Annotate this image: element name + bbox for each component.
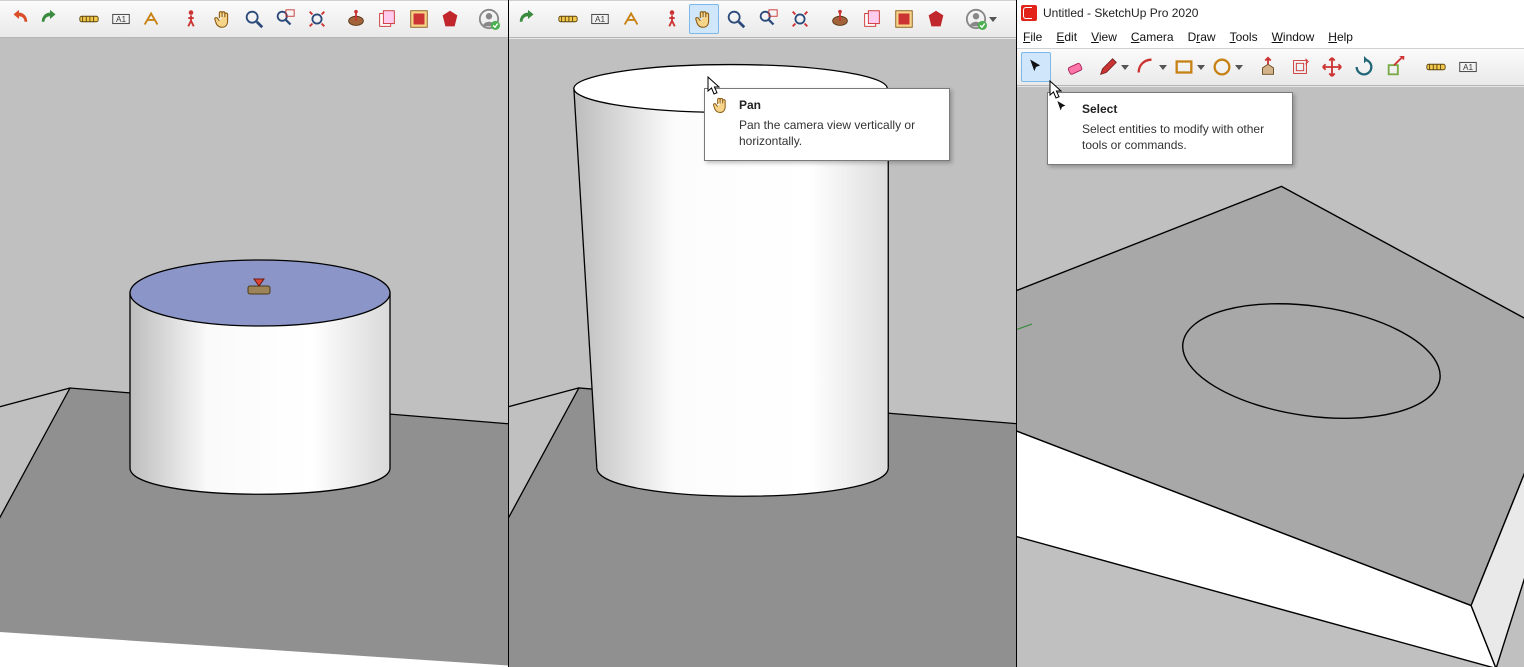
tooltip-select: Select Select entities to modify with ot… — [1047, 92, 1293, 165]
walk-button[interactable] — [177, 4, 206, 34]
tooltip-body: Pan the camera view vertically or horizo… — [739, 117, 939, 149]
panel-left — [0, 0, 508, 667]
toolbar-large-2 — [509, 0, 1016, 38]
tape-measure-button[interactable] — [553, 4, 583, 34]
menu-camera[interactable]: Camera — [1131, 30, 1174, 44]
viewport-1[interactable] — [0, 38, 508, 667]
circle-button[interactable] — [1207, 52, 1237, 82]
toolbar-large — [0, 0, 508, 38]
pencil-button[interactable] — [1093, 52, 1123, 82]
menu-window[interactable]: Window — [1272, 30, 1315, 44]
toolbar-principal — [1017, 48, 1524, 86]
rect-dropdown[interactable] — [1197, 53, 1205, 81]
tooltip-title: Pan — [739, 97, 939, 113]
zoom-button[interactable] — [239, 4, 268, 34]
panel-right: Untitled - SketchUp Pro 2020 File Edit V… — [1016, 0, 1524, 667]
menu-bar: File Edit View Camera Draw Tools Window … — [1017, 26, 1524, 48]
zoom-extents-button[interactable] — [785, 4, 815, 34]
menu-file[interactable]: File — [1023, 30, 1042, 44]
menu-draw[interactable]: Draw — [1188, 30, 1216, 44]
pan-button[interactable] — [208, 4, 237, 34]
push-pull-button[interactable] — [1253, 52, 1283, 82]
redo-button[interactable] — [513, 4, 543, 34]
tooltip-body: Select entities to modify with other too… — [1082, 121, 1282, 153]
tape-measure-button[interactable] — [1421, 52, 1451, 82]
viewport-2[interactable]: Pan Pan the camera view vertically or ho… — [509, 38, 1016, 667]
pages-button[interactable] — [373, 4, 402, 34]
dimension-button[interactable] — [585, 4, 615, 34]
redo-button[interactable] — [35, 4, 64, 34]
zoom-window-button[interactable] — [271, 4, 300, 34]
geo-location-button[interactable] — [825, 4, 855, 34]
undo-button[interactable] — [4, 4, 33, 34]
walk-button[interactable] — [657, 4, 687, 34]
menu-view[interactable]: View — [1091, 30, 1117, 44]
text-label-button[interactable] — [137, 4, 166, 34]
ruby-button[interactable] — [435, 4, 464, 34]
text-label-button[interactable] — [617, 4, 647, 34]
geo-location-button[interactable] — [341, 4, 370, 34]
menu-help[interactable]: Help — [1328, 30, 1353, 44]
offset-button[interactable] — [1285, 52, 1315, 82]
arc-dropdown[interactable] — [1159, 53, 1167, 81]
viewport-3[interactable]: Select Select entities to modify with ot… — [1017, 86, 1524, 667]
menu-tools[interactable]: Tools — [1230, 30, 1258, 44]
user-account-button[interactable] — [475, 4, 504, 34]
dimension-button[interactable] — [1453, 52, 1483, 82]
style-button[interactable] — [404, 4, 433, 34]
arc-button[interactable] — [1131, 52, 1161, 82]
account-dropdown-caret[interactable] — [989, 5, 997, 33]
scale-button[interactable] — [1381, 52, 1411, 82]
rectangle-button[interactable] — [1169, 52, 1199, 82]
pencil-dropdown[interactable] — [1121, 53, 1129, 81]
move-button[interactable] — [1317, 52, 1347, 82]
menu-edit[interactable]: Edit — [1056, 30, 1077, 44]
dimension-button[interactable] — [106, 4, 135, 34]
window-title: Untitled - SketchUp Pro 2020 — [1043, 6, 1198, 20]
pan-hand-icon — [711, 95, 731, 115]
rotate-button[interactable] — [1349, 52, 1379, 82]
panel-middle: Pan Pan the camera view vertically or ho… — [508, 0, 1016, 667]
zoom-extents-button[interactable] — [302, 4, 331, 34]
circle-dropdown[interactable] — [1235, 53, 1243, 81]
tape-measure-button[interactable] — [75, 4, 104, 34]
pan-button[interactable] — [689, 4, 719, 34]
zoom-window-button[interactable] — [753, 4, 783, 34]
select-arrow-icon — [1054, 99, 1074, 119]
eraser-button[interactable] — [1061, 52, 1091, 82]
app-icon — [1021, 5, 1037, 21]
ruby-button[interactable] — [921, 4, 951, 34]
tooltip-title: Select — [1082, 101, 1282, 117]
tooltip-pan: Pan Pan the camera view vertically or ho… — [704, 88, 950, 161]
window-titlebar: Untitled - SketchUp Pro 2020 — [1017, 0, 1524, 26]
pages-button[interactable] — [857, 4, 887, 34]
style-button[interactable] — [889, 4, 919, 34]
user-account-button[interactable] — [961, 4, 991, 34]
zoom-button[interactable] — [721, 4, 751, 34]
select-button[interactable] — [1021, 52, 1051, 82]
